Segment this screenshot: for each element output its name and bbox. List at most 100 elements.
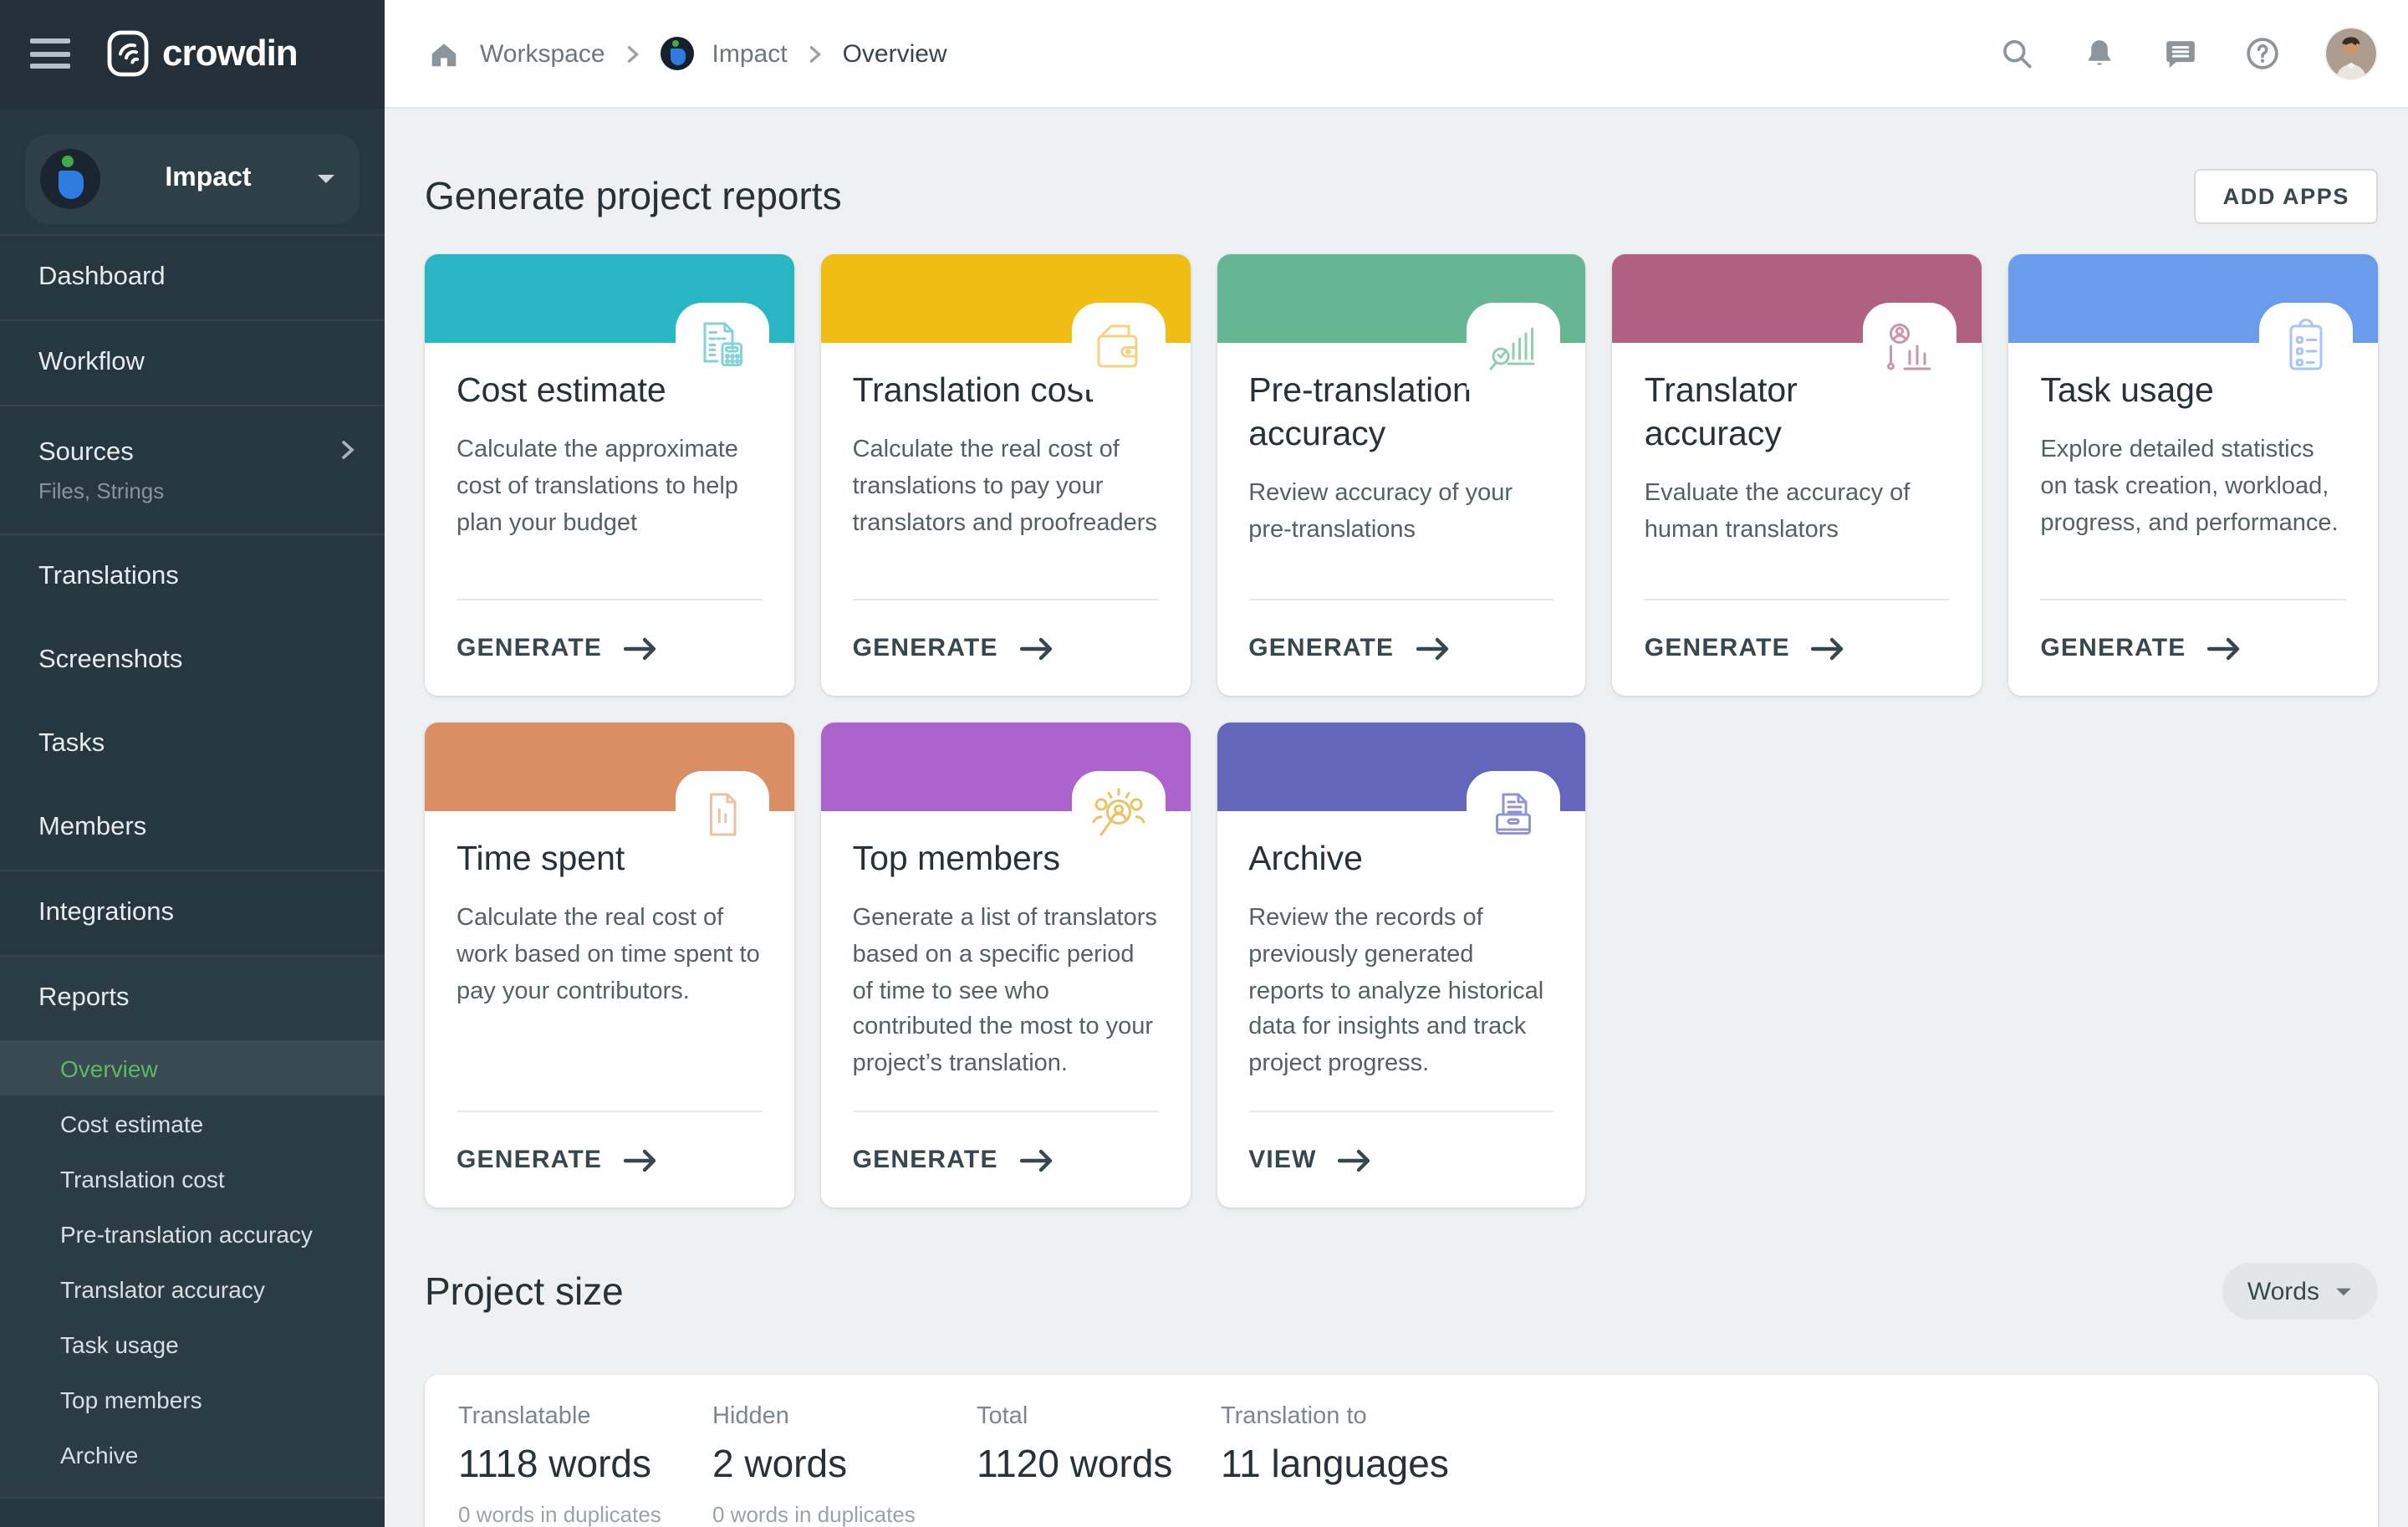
sidebar-subitem-translator-accuracy[interactable]: Translator accuracy	[0, 1261, 385, 1316]
card-cost-estimate: Cost estimate Calculate the approximate …	[425, 254, 794, 696]
main-content: Generate project reports ADD APPS C	[385, 109, 2408, 1527]
crowdin-logo[interactable]: crowdin	[107, 30, 298, 77]
unit-selector-dropdown[interactable]: Words	[2222, 1263, 2378, 1320]
card-title: Time spent	[457, 838, 707, 881]
sidebar: Impact Dashboard Workflow Sources Files,…	[0, 109, 385, 1527]
breadcrumb-project[interactable]: Impact	[712, 39, 788, 68]
caret-down-icon	[2334, 1285, 2353, 1297]
sidebar-item-sources[interactable]: Sources Files, Strings	[0, 406, 385, 534]
card-translation-cost: Translation cost Calculate the real cost…	[821, 254, 1191, 696]
card-top-members: Top members Generate a list of translato…	[821, 723, 1191, 1208]
caret-down-icon	[316, 164, 336, 194]
sidebar-item-workflow[interactable]: Workflow	[0, 321, 385, 405]
project-avatar-large	[40, 149, 100, 209]
messages-icon[interactable]	[2162, 35, 2199, 72]
stat-translation-to: Translation to 11 languages	[1221, 1403, 1449, 1527]
stat-total: Total 1120 words	[977, 1403, 1221, 1527]
card-pre-translation-accuracy: Pre-translation accuracy Review accuracy…	[1217, 254, 1586, 696]
arrow-right-icon	[1020, 1148, 1054, 1172]
card-description: Explore detailed statistics on task crea…	[2040, 433, 2346, 543]
sidebar-item-integrations[interactable]: Integrations	[0, 871, 385, 955]
card-description: Evaluate the accuracy of human translato…	[1645, 477, 1951, 549]
card-title: Pre-translation accuracy	[1248, 370, 1499, 457]
arrow-right-icon	[1812, 636, 1845, 660]
card-title: Archive	[1248, 838, 1499, 881]
archive-box-icon	[1467, 771, 1561, 858]
sidebar-item-translations[interactable]: Translations	[0, 535, 385, 619]
card-description: Review accuracy of your pre-translations	[1248, 477, 1554, 549]
generate-time-spent-button[interactable]: GENERATE	[425, 1112, 794, 1208]
arrow-right-icon	[1020, 636, 1054, 660]
home-icon[interactable]	[425, 35, 462, 72]
card-title: Task usage	[2040, 370, 2291, 413]
timesheet-icon	[676, 771, 769, 858]
sidebar-subitem-translation-cost[interactable]: Translation cost	[0, 1151, 385, 1206]
arrow-right-icon	[624, 636, 657, 660]
user-avatar[interactable]	[2326, 28, 2376, 79]
generate-translator-accuracy-button[interactable]: GENERATE	[1613, 600, 1982, 696]
help-icon[interactable]	[2244, 35, 2281, 72]
generate-task-usage-button[interactable]: GENERATE	[2008, 600, 2378, 696]
search-icon[interactable]	[1998, 35, 2035, 72]
sidebar-subitem-archive[interactable]: Archive	[0, 1427, 385, 1482]
breadcrumb: Workspace Impact Overview	[385, 35, 947, 72]
sidebar-item-tasks[interactable]: Tasks	[0, 702, 385, 786]
stat-hidden: Hidden 2 words 0 words in duplicates	[712, 1403, 977, 1527]
sidebar-item-members[interactable]: Members	[0, 786, 385, 870]
hamburger-menu-icon[interactable]	[30, 38, 70, 69]
arrow-right-icon	[2207, 636, 2241, 660]
card-description: Calculate the real cost of translations …	[853, 433, 1159, 543]
chevron-right-icon	[806, 44, 824, 63]
sidebar-item-activity[interactable]: Activity	[0, 1499, 385, 1527]
generate-pre-translation-accuracy-button[interactable]: GENERATE	[1217, 600, 1586, 696]
breadcrumb-workspace[interactable]: Workspace	[480, 39, 605, 68]
sidebar-item-reports[interactable]: Reports	[0, 957, 385, 1040]
card-task-usage: Task usage Explore detailed statistics o…	[2008, 254, 2378, 696]
card-time-spent: Time spent Calculate the real cost of wo…	[425, 723, 794, 1208]
app-root: crowdin Workspace Impact Overview	[0, 0, 2408, 1527]
card-translator-accuracy: Translator accuracy Evaluate the accurac…	[1613, 254, 1982, 696]
breadcrumb-current-page: Overview	[843, 39, 947, 68]
generate-cost-estimate-button[interactable]: GENERATE	[425, 600, 794, 696]
chevron-right-icon	[338, 437, 358, 467]
generate-translation-cost-button[interactable]: GENERATE	[821, 600, 1191, 696]
card-description: Calculate the approximate cost of transl…	[457, 433, 763, 543]
crowdin-logo-icon	[107, 30, 149, 77]
generate-top-members-button[interactable]: GENERATE	[821, 1112, 1191, 1208]
page-title: Generate project reports	[425, 174, 842, 219]
arrow-right-icon	[1339, 1148, 1372, 1172]
add-apps-button[interactable]: ADD APPS	[2195, 169, 2378, 224]
card-title: Top members	[853, 838, 1104, 881]
checklist-clipboard-icon	[2259, 303, 2353, 390]
sidebar-subitem-top-members[interactable]: Top members	[0, 1371, 385, 1427]
sidebar-subitem-cost-estimate[interactable]: Cost estimate	[0, 1095, 385, 1151]
card-description: Calculate the real cost of work based on…	[457, 901, 763, 1011]
card-title: Cost estimate	[457, 370, 707, 413]
sidebar-item-dashboard[interactable]: Dashboard	[0, 236, 385, 319]
arrow-right-icon	[624, 1148, 657, 1172]
card-title: Translator accuracy	[1645, 370, 1895, 457]
project-size-title: Project size	[425, 1269, 624, 1314]
top-bar: crowdin Workspace Impact Overview	[0, 0, 2408, 109]
sidebar-header: crowdin	[0, 0, 385, 108]
arrow-right-icon	[1416, 636, 1449, 660]
sidebar-subitem-task-usage[interactable]: Task usage	[0, 1316, 385, 1371]
project-name: Impact	[100, 164, 316, 194]
invoice-calculator-icon	[676, 303, 769, 390]
person-chart-icon	[1863, 303, 1956, 390]
sidebar-subitem-pre-translation-accuracy[interactable]: Pre-translation accuracy	[0, 1206, 385, 1261]
project-size-stats-card: Translatable 1118 words 0 words in dupli…	[425, 1375, 2378, 1527]
sidebar-item-screenshots[interactable]: Screenshots	[0, 619, 385, 702]
wallet-icon	[1071, 303, 1165, 390]
report-cards-grid: Cost estimate Calculate the approximate …	[425, 254, 2378, 1208]
card-description: Review the records of previously generat…	[1248, 901, 1554, 1084]
sources-sublabel: Files, Strings	[38, 478, 358, 503]
project-selector[interactable]: Impact	[25, 134, 360, 224]
view-archive-button[interactable]: VIEW	[1217, 1112, 1586, 1208]
card-description: Generate a list of translators based on …	[853, 901, 1159, 1084]
notifications-bell-icon[interactable]	[2080, 35, 2117, 72]
sidebar-subitem-overview[interactable]: Overview	[0, 1040, 385, 1095]
card-archive: Archive Review the records of previously…	[1217, 723, 1586, 1208]
stat-translatable: Translatable 1118 words 0 words in dupli…	[458, 1403, 712, 1527]
card-title: Translation cost	[853, 370, 1104, 413]
